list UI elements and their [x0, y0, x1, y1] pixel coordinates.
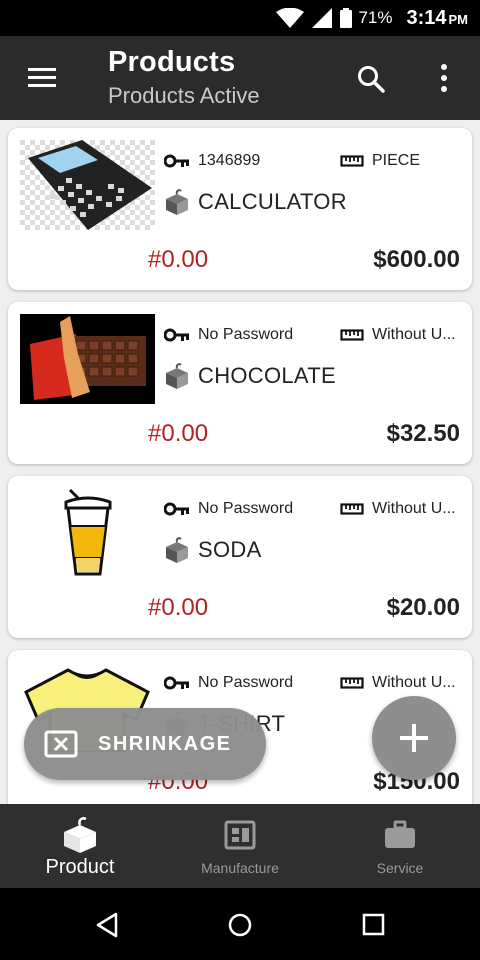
- recents-icon[interactable]: [361, 912, 387, 938]
- product-name: SODA: [198, 537, 262, 562]
- product-code-text: No Password: [198, 326, 294, 343]
- key-icon: [164, 154, 189, 168]
- shrinkage-icon: [44, 730, 78, 758]
- nav-item-manufacture[interactable]: Manufacture: [160, 804, 320, 888]
- product-price: $600.00: [373, 246, 460, 273]
- manufacture-icon: [224, 816, 256, 854]
- product-card[interactable]: No Password Without U... SODA #0.00 $20.…: [8, 476, 472, 638]
- product-cost: #0.00: [148, 420, 209, 447]
- service-icon: [384, 816, 416, 854]
- ruler-icon: [340, 503, 364, 515]
- product-unit: PIECE: [340, 152, 464, 170]
- app-bar: Products Products Active: [0, 36, 480, 120]
- product-code: No Password: [164, 500, 293, 518]
- product-image-calculator: [20, 140, 155, 230]
- product-image-soda: [20, 488, 155, 578]
- nav-item-product[interactable]: Product: [0, 804, 160, 888]
- shrinkage-button-label: SHRINKAGE: [98, 732, 232, 755]
- product-price: $32.50: [386, 420, 460, 447]
- product-name-row: CALCULATOR: [164, 188, 347, 216]
- product-code: No Password: [164, 674, 293, 692]
- product-card[interactable]: 1346899 PIECE CALCULATOR #0.00 $600.00: [8, 128, 472, 290]
- add-product-button[interactable]: [372, 696, 456, 780]
- box-icon: [166, 363, 188, 389]
- search-icon[interactable]: [356, 64, 386, 94]
- product-image-chocolate: [20, 314, 155, 404]
- ruler-icon: [340, 677, 364, 689]
- home-icon[interactable]: [227, 912, 253, 938]
- app-bar-titles: Products Products Active: [108, 46, 260, 109]
- product-unit-text: Without U...: [372, 674, 456, 691]
- nav-label-product: Product: [45, 856, 115, 878]
- clock-time: 3:14: [406, 6, 447, 29]
- product-unit-text: Without U...: [372, 326, 456, 343]
- more-options-icon[interactable]: [430, 62, 458, 94]
- clock: 3:14 PM: [406, 7, 468, 30]
- nav-label-manufacture: Manufacture: [201, 860, 279, 876]
- product-code: No Password: [164, 326, 293, 344]
- product-name-row: CHOCOLATE: [164, 362, 336, 390]
- clock-ampm: PM: [448, 11, 469, 27]
- nav-label-service: Service: [376, 860, 424, 876]
- menu-icon[interactable]: [24, 64, 60, 92]
- product-meta: No Password Without U...: [164, 674, 462, 698]
- key-icon: [164, 502, 189, 516]
- product-cost: #0.00: [148, 594, 209, 621]
- ruler-icon: [340, 329, 364, 341]
- product-code: 1346899: [164, 152, 260, 170]
- product-unit-text: PIECE: [372, 152, 421, 169]
- product-unit-text: Without U...: [372, 500, 456, 517]
- key-icon: [164, 328, 189, 342]
- wifi-icon: [276, 8, 305, 28]
- signal-icon: [312, 8, 333, 28]
- product-name: CHOCOLATE: [198, 363, 336, 388]
- box-icon: [166, 189, 188, 215]
- product-meta: No Password Without U...: [164, 500, 462, 524]
- product-price: $20.00: [386, 594, 460, 621]
- bottom-navigation: Product Manufacture Service: [0, 804, 480, 888]
- plus-icon: [400, 724, 428, 752]
- product-unit: Without U...: [340, 674, 464, 692]
- product-code-text: No Password: [198, 500, 294, 517]
- battery-percentage: 71%: [358, 8, 393, 27]
- product-meta: 1346899 PIECE: [164, 152, 462, 176]
- battery-icon: [340, 8, 353, 28]
- product-name: CALCULATOR: [198, 189, 347, 214]
- product-icon: [62, 816, 98, 854]
- back-icon[interactable]: [94, 912, 120, 938]
- product-name-row: SODA: [164, 536, 262, 564]
- box-icon: [166, 537, 188, 563]
- page-title: Products: [108, 46, 236, 78]
- product-unit: Without U...: [340, 500, 464, 518]
- ruler-icon: [340, 155, 364, 167]
- key-icon: [164, 676, 189, 690]
- product-code-text: No Password: [198, 674, 294, 691]
- product-code-text: 1346899: [198, 152, 261, 169]
- status-bar: 71% 3:14 PM: [0, 0, 480, 36]
- page-subtitle: Products Active: [108, 83, 260, 108]
- product-unit: Without U...: [340, 326, 464, 344]
- shrinkage-button[interactable]: SHRINKAGE: [24, 708, 266, 780]
- product-meta: No Password Without U...: [164, 326, 462, 350]
- nav-item-service[interactable]: Service: [320, 804, 480, 888]
- system-navigation-bar: [0, 888, 480, 960]
- product-cost: #0.00: [148, 246, 209, 273]
- product-card[interactable]: No Password Without U... CHOCOLATE #0.00…: [8, 302, 472, 464]
